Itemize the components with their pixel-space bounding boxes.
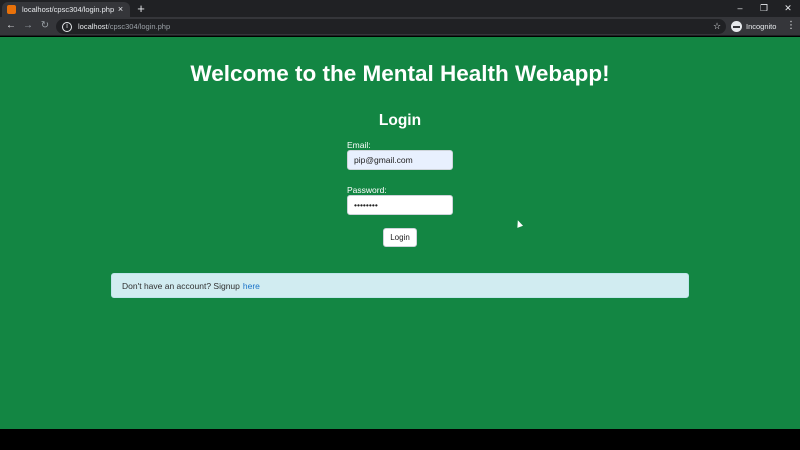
incognito-label: Incognito — [746, 22, 777, 31]
forward-button[interactable]: → — [21, 19, 35, 33]
minimize-button[interactable]: – — [730, 1, 750, 15]
favicon-icon — [7, 5, 16, 14]
url-host: localhost — [78, 22, 108, 31]
url-path: /cpsc304/login.php — [107, 22, 171, 31]
password-label: Password: — [347, 185, 387, 195]
page-viewport: Welcome to the Mental Health Webapp! Log… — [0, 37, 800, 429]
back-button[interactable]: ← — [4, 19, 18, 33]
browser-toolbar: ← → ↻ i localhost/cpsc304/login.php ☆ In… — [0, 17, 800, 36]
bookmark-star-icon[interactable]: ☆ — [710, 19, 724, 33]
site-info-icon[interactable]: i — [62, 21, 72, 32]
login-heading: Login — [378, 112, 422, 129]
maximize-button[interactable]: ❐ — [754, 1, 774, 15]
tab-title: localhost/cpsc304/login.php — [22, 5, 115, 14]
new-tab-button[interactable]: + — [134, 2, 148, 16]
mouse-cursor-icon — [514, 219, 524, 228]
signup-link[interactable]: here — [243, 281, 260, 291]
signup-prompt: Don't have an account? Signup — [122, 280, 240, 291]
email-label: Email: — [347, 140, 371, 150]
signup-alert: Don't have an account? Signup here — [111, 273, 689, 298]
taskbar-area — [0, 429, 800, 450]
page-title: Welcome to the Mental Health Webapp! — [190, 61, 610, 86]
login-button[interactable]: Login — [383, 228, 417, 247]
browser-menu-button[interactable]: ⋮ — [786, 19, 796, 33]
email-field[interactable] — [347, 150, 453, 170]
incognito-indicator[interactable]: Incognito — [731, 19, 776, 34]
close-window-button[interactable]: ✕ — [778, 1, 798, 15]
incognito-icon — [731, 21, 742, 32]
tab-close-button[interactable]: × — [116, 5, 125, 14]
password-field[interactable] — [347, 195, 453, 215]
address-bar[interactable]: i localhost/cpsc304/login.php — [56, 19, 726, 34]
browser-tab-strip: localhost/cpsc304/login.php × + – ❐ ✕ — [0, 0, 800, 17]
reload-button[interactable]: ↻ — [38, 19, 52, 33]
browser-tab[interactable]: localhost/cpsc304/login.php × — [2, 2, 130, 17]
